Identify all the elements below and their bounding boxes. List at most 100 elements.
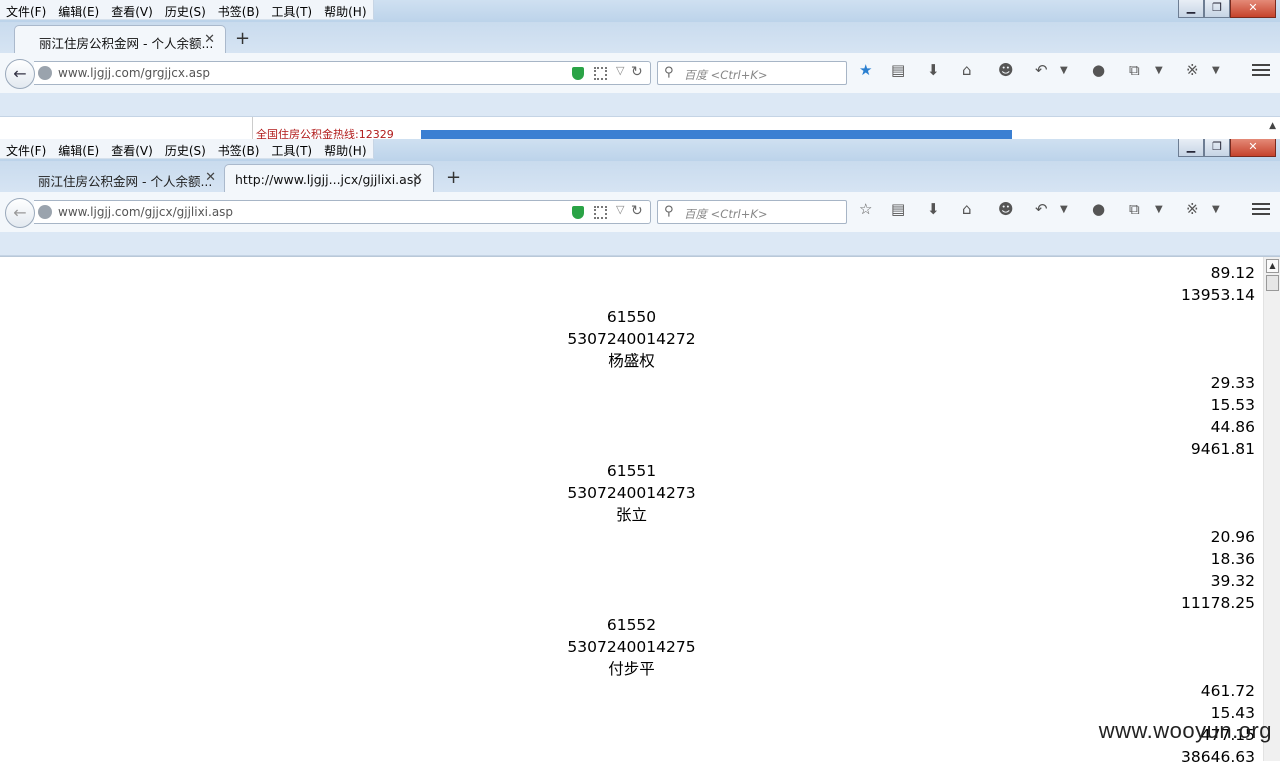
reading-list-icon[interactable]: ▤ — [891, 61, 905, 79]
bookmark-bar — [0, 93, 1280, 117]
close-window-button[interactable]: ✕ — [1230, 139, 1276, 157]
menu-file[interactable]: 文件(F) — [0, 139, 52, 159]
undo-icon[interactable]: ↶ — [1035, 200, 1048, 218]
menu-file[interactable]: 文件(F) — [0, 0, 52, 20]
globe-icon — [38, 205, 52, 219]
bookmark-bar — [0, 232, 1280, 256]
comment-icon[interactable]: ● — [1092, 200, 1105, 218]
tab-title: 丽江住房公积金网 - 个人余额... — [38, 174, 212, 189]
shield-icon[interactable] — [572, 206, 584, 219]
chat-icon[interactable]: ☻ — [998, 200, 1014, 218]
scroll-up-icon[interactable]: ▲ — [1269, 121, 1276, 131]
chat-icon[interactable]: ☻ — [998, 61, 1014, 79]
new-tab-icon[interactable]: + — [446, 167, 461, 188]
menu-edit[interactable]: 编辑(E) — [52, 0, 105, 20]
url-bar[interactable]: www.ljgjj.com/grgjjcx.asp ▽ ↻ — [34, 61, 651, 85]
qr-code-icon[interactable] — [594, 67, 607, 80]
menu-bookmarks[interactable]: 书签(B) — [212, 139, 266, 159]
watermark: www.wooyun.org — [1099, 718, 1272, 744]
amount-value: 38646.63 — [0, 746, 1263, 768]
close-tab-icon[interactable]: ✕ — [204, 32, 215, 47]
tab-strip: 丽江住房公积金网 - 个人余额... ✕ http://www.ljgjj...… — [0, 161, 1280, 192]
minimize-button[interactable]: ▁ — [1178, 0, 1204, 18]
home-icon[interactable]: ⌂ — [962, 61, 972, 79]
download-icon[interactable]: ⬇ — [927, 200, 940, 218]
record-field: 61550 — [410, 306, 853, 328]
scroll-up-icon[interactable]: ▲ — [1266, 259, 1279, 273]
record-field: 5307240014273 — [410, 482, 853, 504]
undo-dropdown-icon[interactable]: ▼ — [1060, 65, 1068, 76]
tab-strip: 丽江住房公积金网 - 个人余额... ✕ + — [0, 22, 1280, 53]
amount-value: 15.43 — [0, 702, 1263, 724]
amount-value: 461.72 — [0, 680, 1263, 702]
crop-icon[interactable]: ⧉ — [1129, 61, 1140, 79]
crop-icon[interactable]: ⧉ — [1129, 200, 1140, 218]
amount-value: 29.33 — [0, 372, 1263, 394]
chevron-down-icon[interactable]: ▽ — [616, 203, 624, 216]
amount-value: 477.15 — [0, 724, 1263, 746]
translate-icon[interactable]: ※ — [1186, 61, 1199, 79]
menu-edit[interactable]: 编辑(E) — [52, 139, 105, 159]
qr-code-icon[interactable] — [594, 206, 607, 219]
menu-history[interactable]: 历史(S) — [159, 139, 212, 159]
menu-bar: 文件(F) 编辑(E) 查看(V) 历史(S) 书签(B) 工具(T) 帮助(H… — [0, 139, 374, 159]
title-bar: 文件(F) 编辑(E) 查看(V) 历史(S) 书签(B) 工具(T) 帮助(H… — [0, 139, 1280, 161]
search-icon: ⚲ — [664, 65, 674, 80]
tab-title: http://www.ljgjj...jcx/gjjlixi.asp — [235, 172, 421, 187]
translate-dropdown-icon[interactable]: ▼ — [1212, 65, 1220, 76]
translate-icon[interactable]: ※ — [1186, 200, 1199, 218]
undo-dropdown-icon[interactable]: ▼ — [1060, 204, 1068, 215]
amount-value: 39.32 — [0, 570, 1263, 592]
home-icon[interactable]: ⌂ — [962, 200, 972, 218]
record-field: 5307240014272 — [410, 328, 853, 350]
close-tab-icon[interactable]: ✕ — [412, 171, 423, 186]
search-box[interactable]: ⚲ 百度 <Ctrl+K> — [657, 200, 847, 224]
close-window-button[interactable]: ✕ — [1230, 0, 1276, 18]
menu-tools[interactable]: 工具(T) — [265, 0, 318, 20]
hotline-text: 全国住房公积金热线:12329 — [252, 117, 394, 140]
bookmark-star-icon[interactable]: ☆ — [859, 200, 872, 218]
tab-lijiang-balance[interactable]: 丽江住房公积金网 - 个人余额... ✕ — [14, 25, 226, 53]
browser-window-front: 文件(F) 编辑(E) 查看(V) 历史(S) 书签(B) 工具(T) 帮助(H… — [0, 139, 1280, 760]
new-tab-icon[interactable]: + — [235, 28, 250, 49]
crop-dropdown-icon[interactable]: ▼ — [1155, 65, 1163, 76]
crop-dropdown-icon[interactable]: ▼ — [1155, 204, 1163, 215]
download-icon[interactable]: ⬇ — [927, 61, 940, 79]
bookmark-star-icon[interactable]: ★ — [859, 61, 872, 79]
menu-help[interactable]: 帮助(H) — [318, 0, 372, 20]
back-button[interactable]: ← — [5, 59, 35, 89]
menu-tools[interactable]: 工具(T) — [265, 139, 318, 159]
tab-gjjlixi[interactable]: http://www.ljgjj...jcx/gjjlixi.asp ✕ — [224, 164, 434, 192]
chevron-down-icon[interactable]: ▽ — [616, 64, 624, 77]
menu-help[interactable]: 帮助(H) — [318, 139, 372, 159]
close-tab-icon[interactable]: ✕ — [205, 170, 216, 185]
back-button[interactable]: ← — [5, 198, 35, 228]
search-box[interactable]: ⚲ 百度 <Ctrl+K> — [657, 61, 847, 85]
menu-view[interactable]: 查看(V) — [105, 0, 159, 20]
hamburger-menu-icon[interactable] — [1252, 61, 1270, 79]
translate-dropdown-icon[interactable]: ▼ — [1212, 204, 1220, 215]
amount-value: 9461.81 — [0, 438, 1263, 460]
minimize-button[interactable]: ▁ — [1178, 139, 1204, 157]
hamburger-menu-icon[interactable] — [1252, 200, 1270, 218]
amount-value: 20.96 — [0, 526, 1263, 548]
shield-icon[interactable] — [572, 67, 584, 80]
maximize-button[interactable]: ❐ — [1204, 139, 1230, 157]
reading-list-icon[interactable]: ▤ — [891, 200, 905, 218]
menu-history[interactable]: 历史(S) — [159, 0, 212, 20]
menu-view[interactable]: 查看(V) — [105, 139, 159, 159]
amount-value: 15.53 — [0, 394, 1263, 416]
tab-lijiang-balance[interactable]: 丽江住房公积金网 - 个人余额... ✕ — [14, 164, 226, 192]
globe-icon — [38, 66, 52, 80]
record-field: 付步平 — [410, 658, 853, 680]
scroll-thumb[interactable] — [1266, 275, 1279, 291]
url-bar[interactable]: www.ljgjj.com/gjjcx/gjjlixi.asp ▽ ↻ — [34, 200, 651, 224]
record-field: 杨盛权 — [410, 350, 853, 372]
undo-icon[interactable]: ↶ — [1035, 61, 1048, 79]
reload-icon[interactable]: ↻ — [631, 203, 643, 219]
comment-icon[interactable]: ● — [1092, 61, 1105, 79]
menu-bookmarks[interactable]: 书签(B) — [212, 0, 266, 20]
maximize-button[interactable]: ❐ — [1204, 0, 1230, 18]
vertical-scrollbar[interactable]: ▲ — [1263, 257, 1280, 761]
reload-icon[interactable]: ↻ — [631, 64, 643, 80]
